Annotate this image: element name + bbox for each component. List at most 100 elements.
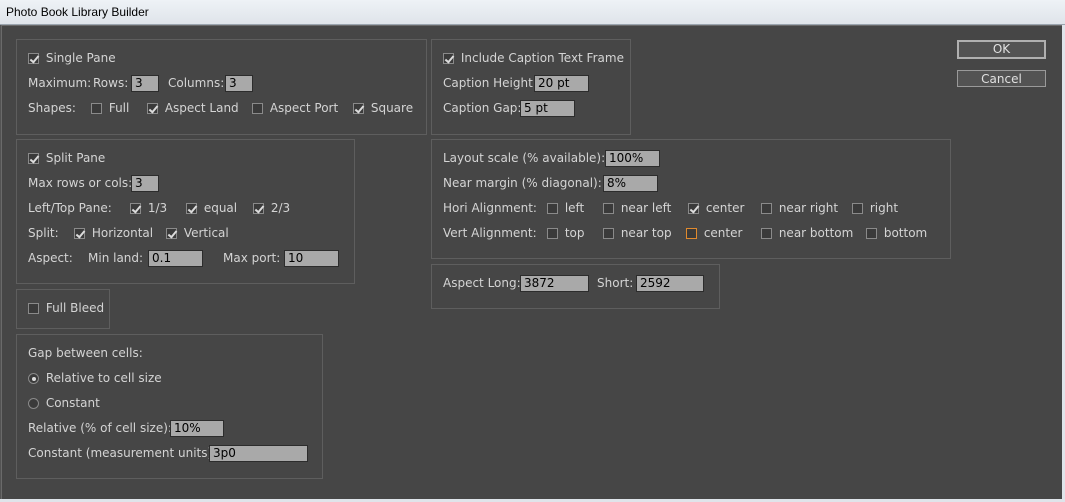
caption-toggle[interactable]: Include Caption Text Frame	[443, 51, 624, 65]
min-land-input[interactable]: 0.1	[148, 250, 203, 267]
caption-height-input[interactable]: 20 pt	[534, 75, 589, 92]
hori-center-label: center	[705, 201, 745, 215]
shapes-label: Shapes:	[28, 101, 76, 115]
split-pane-toggle[interactable]: Split Pane	[28, 151, 105, 165]
aspect-short-label: Short:	[597, 276, 634, 290]
constant-value-input[interactable]: 3p0	[209, 445, 308, 462]
full-bleed-label: Full Bleed	[45, 301, 105, 315]
split-horizontal-option[interactable]: Horizontal	[74, 226, 153, 240]
left-top-two-thirds-option[interactable]: 2/3	[253, 201, 290, 215]
full-bleed-checkbox[interactable]	[28, 303, 39, 314]
left-top-one-third-option[interactable]: 1/3	[130, 201, 167, 215]
columns-input[interactable]: 3	[225, 75, 253, 92]
vert-near-bottom-checkbox[interactable]	[761, 228, 772, 239]
vert-near-top-label: near top	[620, 226, 672, 240]
cancel-button[interactable]: Cancel	[957, 70, 1046, 87]
gap-relative-label: Relative to cell size	[45, 371, 162, 385]
layout-scale-input[interactable]: 100%	[605, 150, 660, 167]
split-pane-checkbox[interactable]	[28, 153, 39, 164]
vert-center-option[interactable]: center	[686, 226, 742, 240]
columns-label: Columns:	[168, 76, 225, 90]
vert-top-label: top	[564, 226, 585, 240]
hori-right-label: right	[869, 201, 899, 215]
hori-near-right-checkbox[interactable]	[761, 203, 772, 214]
gap-relative-option[interactable]: Relative to cell size	[28, 371, 162, 385]
aspect-label: Aspect:	[28, 251, 73, 265]
vert-near-top-checkbox[interactable]	[603, 228, 614, 239]
full-bleed-toggle[interactable]: Full Bleed	[28, 301, 104, 315]
shape-full-checkbox[interactable]	[91, 103, 102, 114]
ok-button[interactable]: OK	[957, 40, 1046, 59]
caption-gap-input[interactable]: 5 pt	[520, 100, 575, 117]
left-top-equal-option[interactable]: equal	[186, 201, 237, 215]
hori-near-left-label: near left	[620, 201, 672, 215]
split-vertical-checkbox[interactable]	[166, 228, 177, 239]
vert-near-bottom-option[interactable]: near bottom	[761, 226, 853, 240]
split-vertical-option[interactable]: Vertical	[166, 226, 229, 240]
near-margin-input[interactable]: 8%	[603, 175, 658, 192]
near-margin-label: Near margin (% diagonal):	[443, 176, 602, 190]
left-top-one-third-label: 1/3	[147, 201, 168, 215]
hori-center-checkbox[interactable]	[688, 203, 699, 214]
gap-constant-option[interactable]: Constant	[28, 396, 100, 410]
left-top-two-thirds-checkbox[interactable]	[253, 203, 264, 214]
left-top-pane-label: Left/Top Pane:	[28, 201, 112, 215]
rows-label: Rows:	[93, 76, 129, 90]
rows-input[interactable]: 3	[131, 75, 159, 92]
hori-left-option[interactable]: left	[547, 201, 584, 215]
split-pane-label: Split Pane	[45, 151, 106, 165]
caption-label: Include Caption Text Frame	[460, 51, 624, 65]
left-top-equal-checkbox[interactable]	[186, 203, 197, 214]
aspect-short-input[interactable]: 2592	[636, 275, 704, 292]
split-label: Split:	[28, 226, 59, 240]
vert-near-top-option[interactable]: near top	[603, 226, 672, 240]
constant-value-label: Constant (measurement units):	[28, 446, 217, 460]
aspect-long-label: Aspect Long:	[443, 276, 521, 290]
vert-center-checkbox[interactable]	[686, 228, 697, 239]
shape-aspect-land-option[interactable]: Aspect Land	[147, 101, 239, 115]
shape-aspect-port-option[interactable]: Aspect Port	[252, 101, 338, 115]
shape-aspect-land-label: Aspect Land	[164, 101, 239, 115]
title-bar: Photo Book Library Builder	[0, 0, 1065, 25]
aspect-long-input[interactable]: 3872	[520, 275, 589, 292]
hori-center-option[interactable]: center	[688, 201, 744, 215]
shape-aspect-port-checkbox[interactable]	[252, 103, 263, 114]
vert-center-label: center	[703, 226, 743, 240]
maximum-label: Maximum:	[28, 76, 92, 90]
relative-value-input[interactable]: 10%	[170, 420, 224, 437]
split-horizontal-checkbox[interactable]	[74, 228, 85, 239]
hori-left-checkbox[interactable]	[547, 203, 558, 214]
vert-bottom-checkbox[interactable]	[866, 228, 877, 239]
vert-top-checkbox[interactable]	[547, 228, 558, 239]
hori-right-option[interactable]: right	[852, 201, 898, 215]
shape-square-checkbox[interactable]	[353, 103, 364, 114]
left-top-one-third-checkbox[interactable]	[130, 203, 141, 214]
shape-aspect-land-checkbox[interactable]	[147, 103, 158, 114]
vert-top-option[interactable]: top	[547, 226, 585, 240]
gap-constant-radio[interactable]	[28, 398, 39, 409]
caption-gap-label: Caption Gap:	[443, 101, 522, 115]
single-pane-checkbox[interactable]	[28, 53, 39, 64]
max-rows-cols-input[interactable]: 3	[131, 175, 159, 192]
gap-relative-radio[interactable]	[28, 373, 39, 384]
max-rows-cols-label: Max rows or cols:	[28, 176, 133, 190]
shape-full-option[interactable]: Full	[91, 101, 129, 115]
hori-near-left-option[interactable]: near left	[603, 201, 671, 215]
vert-bottom-option[interactable]: bottom	[866, 226, 927, 240]
split-horizontal-label: Horizontal	[91, 226, 154, 240]
gap-constant-label: Constant	[45, 396, 100, 410]
hori-near-right-option[interactable]: near right	[761, 201, 838, 215]
hori-left-label: left	[564, 201, 585, 215]
min-land-label: Min land:	[88, 251, 144, 265]
hori-near-right-label: near right	[778, 201, 839, 215]
max-port-input[interactable]: 10	[284, 250, 339, 267]
hori-right-checkbox[interactable]	[852, 203, 863, 214]
layout-scale-label: Layout scale (% available):	[443, 151, 606, 165]
shape-square-option[interactable]: Square	[353, 101, 413, 115]
caption-checkbox[interactable]	[443, 53, 454, 64]
hori-near-left-checkbox[interactable]	[603, 203, 614, 214]
single-pane-toggle[interactable]: Single Pane	[28, 51, 116, 65]
hori-alignment-label: Hori Alignment:	[443, 201, 537, 215]
gap-title: Gap between cells:	[28, 346, 143, 360]
left-top-equal-label: equal	[203, 201, 238, 215]
